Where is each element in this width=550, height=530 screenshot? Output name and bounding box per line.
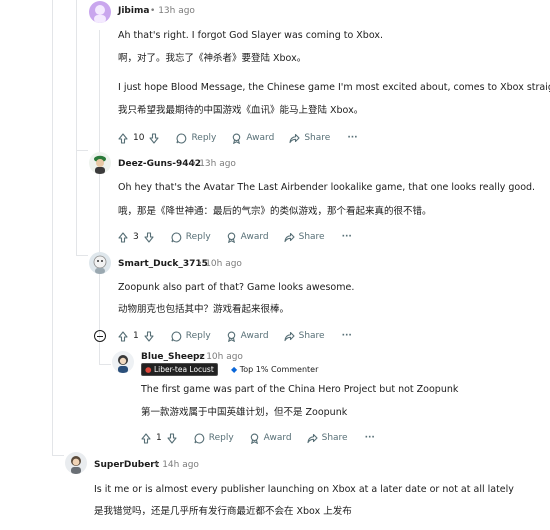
comment-text-zh: 我只希望我最期待的中国游戏《血讯》能马上登陆 Xbox。: [118, 105, 364, 116]
more-options-button[interactable]: ···: [347, 133, 357, 143]
downvote-button[interactable]: [167, 432, 177, 444]
comment-text-zh: 啊，对了。我忘了《神杀者》要登陆 Xbox。: [118, 53, 307, 64]
comment-text-en: The first game was part of the China Her…: [141, 384, 459, 395]
reply-button[interactable]: Reply: [194, 432, 234, 444]
downvote-button[interactable]: [149, 132, 160, 144]
comment-text-en: Zoopunk also part of that? Game looks aw…: [118, 282, 355, 293]
comment-text-zh: 第一款游戏属于中国英雄计划，但不是 Zoopunk: [141, 407, 348, 418]
comment-text-zh: 动物朋克也包括其中？游戏看起来很棒。: [118, 304, 290, 315]
comment-time: 10h ago: [205, 259, 242, 269]
comment-meta: • 10h ago: [197, 259, 242, 269]
comment-actions: 1 Reply Award Share ···: [141, 431, 375, 445]
vote-count: 1: [133, 331, 139, 341]
award-icon: [227, 232, 235, 243]
comment-text-zh: 哦，那是《降世神通：最后的气宗》的类似游戏，那个看起来真的很不错。: [118, 206, 432, 217]
downvote-button[interactable]: [144, 231, 154, 243]
share-icon: [284, 232, 295, 242]
downvote-button[interactable]: [144, 330, 154, 342]
share-button[interactable]: Share: [307, 433, 348, 444]
comment-icon: [194, 432, 205, 444]
award-icon: [233, 133, 241, 144]
share-icon: [289, 133, 300, 143]
award-button[interactable]: Award: [226, 232, 269, 243]
reply-button[interactable]: Reply: [171, 231, 211, 243]
avatar[interactable]: [89, 152, 111, 174]
share-icon: [284, 331, 295, 341]
comment-text-en: Ah that's right. I forgot God Slayer was…: [118, 30, 384, 41]
collapse-thread-button[interactable]: [94, 330, 106, 342]
comment-author[interactable]: SuperDubert: [94, 460, 159, 470]
comment-meta: • 13h ago: [191, 159, 236, 169]
reply-button[interactable]: Reply: [171, 330, 211, 342]
comment-icon: [171, 231, 182, 243]
avatar[interactable]: [65, 452, 87, 474]
comment-text-zh: 是我错觉吗，还是几乎所有发行商最近都不会在 Xbox 上发布: [94, 506, 352, 517]
comment-actions: 10 Reply Award Share ···: [118, 131, 358, 145]
award-button[interactable]: Award: [249, 433, 292, 444]
comment-meta: • 13h ago: [150, 6, 195, 16]
comment-actions: 1 Reply Award Share ···: [118, 329, 352, 343]
flair-icon: ●: [145, 365, 152, 374]
comment-author[interactable]: Blue_Sheepz: [141, 352, 205, 362]
comment-author[interactable]: Deez-Guns-9442: [118, 159, 201, 169]
comment-actions: 3 Reply Award Share ···: [118, 230, 352, 244]
award-button[interactable]: Award: [231, 133, 274, 144]
comment-author[interactable]: Jibima: [118, 6, 149, 16]
share-icon: [307, 433, 318, 443]
share-button[interactable]: Share: [284, 232, 325, 243]
thread-line: [52, 0, 53, 455]
reply-button[interactable]: Reply: [176, 132, 216, 144]
comment-time: 14h ago: [162, 460, 199, 470]
thread-connector: [99, 364, 111, 365]
comment-text-en: Is it me or is almost every publisher la…: [94, 484, 514, 495]
upvote-button[interactable]: [118, 231, 128, 243]
badge-icon: ◆: [231, 365, 238, 374]
avatar[interactable]: [89, 252, 111, 274]
award-icon: [250, 433, 258, 444]
user-flair: ● Liber-tea Locust: [141, 363, 218, 376]
vote-count: 3: [133, 232, 139, 242]
comment-author[interactable]: Smart_Duck_3715: [118, 259, 208, 269]
thread-line: [99, 342, 100, 364]
top-commenter-badge: ◆ Top 1% Commenter: [231, 365, 319, 374]
vote-count: 10: [133, 133, 145, 143]
upvote-button[interactable]: [118, 132, 128, 144]
share-button[interactable]: Share: [289, 133, 330, 144]
thread-connector: [52, 455, 64, 456]
thread-line: [76, 0, 77, 255]
avatar[interactable]: [112, 351, 134, 373]
comment-icon: [176, 132, 187, 144]
award-icon: [227, 331, 235, 342]
upvote-button[interactable]: [118, 330, 128, 342]
more-options-button[interactable]: ···: [365, 433, 375, 443]
share-button[interactable]: Share: [284, 331, 325, 342]
more-options-button[interactable]: ···: [342, 232, 352, 242]
comment-icon: [171, 330, 182, 342]
comment-time: 13h ago: [199, 159, 236, 169]
comment-time: 10h ago: [206, 352, 243, 362]
comment-meta: • 14h ago: [154, 460, 199, 470]
avatar[interactable]: [89, 1, 111, 23]
thread-connector: [76, 150, 88, 151]
comment-meta: • 10h ago: [198, 352, 243, 362]
comment-text-en: I just hope Blood Message, the Chinese g…: [118, 82, 550, 93]
comment-time: 13h ago: [158, 6, 195, 16]
more-options-button[interactable]: ···: [342, 331, 352, 341]
award-button[interactable]: Award: [226, 331, 269, 342]
upvote-button[interactable]: [141, 432, 151, 444]
vote-count: 1: [156, 433, 162, 443]
comment-text-en: Oh hey that's the Avatar The Last Airben…: [118, 182, 536, 193]
thread-line: [99, 30, 100, 340]
thread-connector: [76, 255, 88, 256]
